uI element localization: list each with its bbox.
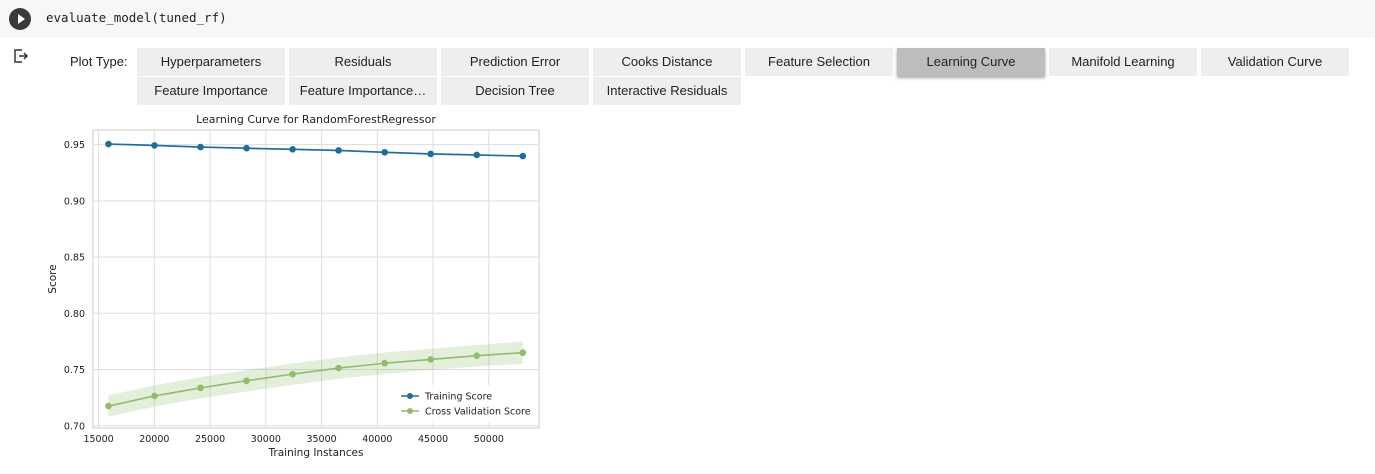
x-tick-label: 25000	[195, 434, 225, 445]
run-cell-button[interactable]	[9, 8, 31, 30]
code-cell-input[interactable]: evaluate_model(tuned_rf)	[0, 0, 1375, 38]
plot-type-button-cooks-distance[interactable]: Cooks Distance	[593, 48, 741, 76]
series-point	[335, 147, 342, 154]
x-axis-label: Training Instances	[268, 447, 364, 459]
code-text[interactable]: evaluate_model(tuned_rf)	[46, 10, 227, 25]
plot-type-button-validation-curve[interactable]: Validation Curve	[1201, 48, 1349, 76]
plot-type-button-residuals[interactable]: Residuals	[289, 48, 437, 76]
plot-type-label: Plot Type:	[70, 54, 128, 69]
series-point	[427, 150, 435, 158]
series-point	[473, 352, 481, 359]
x-tick-label: 45000	[418, 434, 448, 445]
output-icon	[14, 49, 29, 63]
legend-marker	[407, 408, 413, 414]
plot-type-button-feature-importance[interactable]: Feature Importance	[137, 77, 285, 105]
plot-type-button-interactive-residuals[interactable]: Interactive Residuals	[593, 77, 741, 105]
y-tick-label: 0.90	[64, 196, 85, 207]
plot-type-button-manifold-learning[interactable]: Manifold Learning	[1049, 48, 1197, 76]
series-point	[105, 402, 112, 410]
x-tick-label: 20000	[139, 434, 169, 445]
y-tick-label: 0.75	[64, 365, 85, 376]
x-tick-label: 30000	[251, 434, 281, 445]
learning-curve-chart: 15000 20000 25000 30000 35000 40000 45000 50000…	[47, 113, 540, 459]
series-point	[243, 144, 250, 152]
series-point	[335, 364, 342, 372]
series-point	[197, 143, 204, 151]
series-point	[151, 392, 158, 400]
series-point	[381, 148, 388, 156]
series-point	[289, 370, 296, 378]
y-tick-label: 0.80	[64, 309, 85, 320]
series-point	[427, 356, 435, 363]
legend-label: Cross Validation Score	[425, 407, 531, 418]
series-point	[473, 151, 481, 159]
legend-label: Training Score	[424, 392, 492, 403]
series-point	[519, 349, 527, 356]
plot-type-button-decision-tree[interactable]: Decision Tree	[441, 77, 589, 105]
plot-type-button-prediction-error[interactable]: Prediction Error	[441, 48, 589, 76]
y-tick-label: 0.95	[64, 140, 85, 151]
series-point	[105, 140, 112, 148]
y-axis-label: Score	[47, 264, 59, 293]
x-tick-label: 35000	[306, 434, 336, 445]
chart-title: Learning Curve for RandomForestRegressor	[196, 113, 436, 126]
series-point	[151, 142, 158, 149]
plot-type-button-feature-selection[interactable]: Feature Selection	[745, 48, 893, 76]
legend-marker	[407, 393, 413, 399]
plot-area	[92, 129, 540, 429]
x-tick-label: 40000	[362, 434, 392, 445]
x-tick-label: 15000	[83, 434, 113, 445]
series-point	[289, 146, 296, 153]
plot-type-button-feature-importance[interactable]: Feature Importance…	[289, 77, 437, 105]
series-point	[243, 377, 250, 385]
y-tick-label: 0.70	[64, 421, 85, 432]
series-point	[519, 152, 527, 160]
plot-type-button-hyperparameters[interactable]: Hyperparameters	[137, 48, 285, 76]
plot-type-button-learning-curve[interactable]: Learning Curve	[897, 48, 1045, 76]
series-point	[381, 359, 388, 367]
x-tick-label: 50000	[474, 434, 504, 445]
y-tick-label: 0.85	[64, 253, 85, 264]
series-point	[197, 384, 204, 392]
